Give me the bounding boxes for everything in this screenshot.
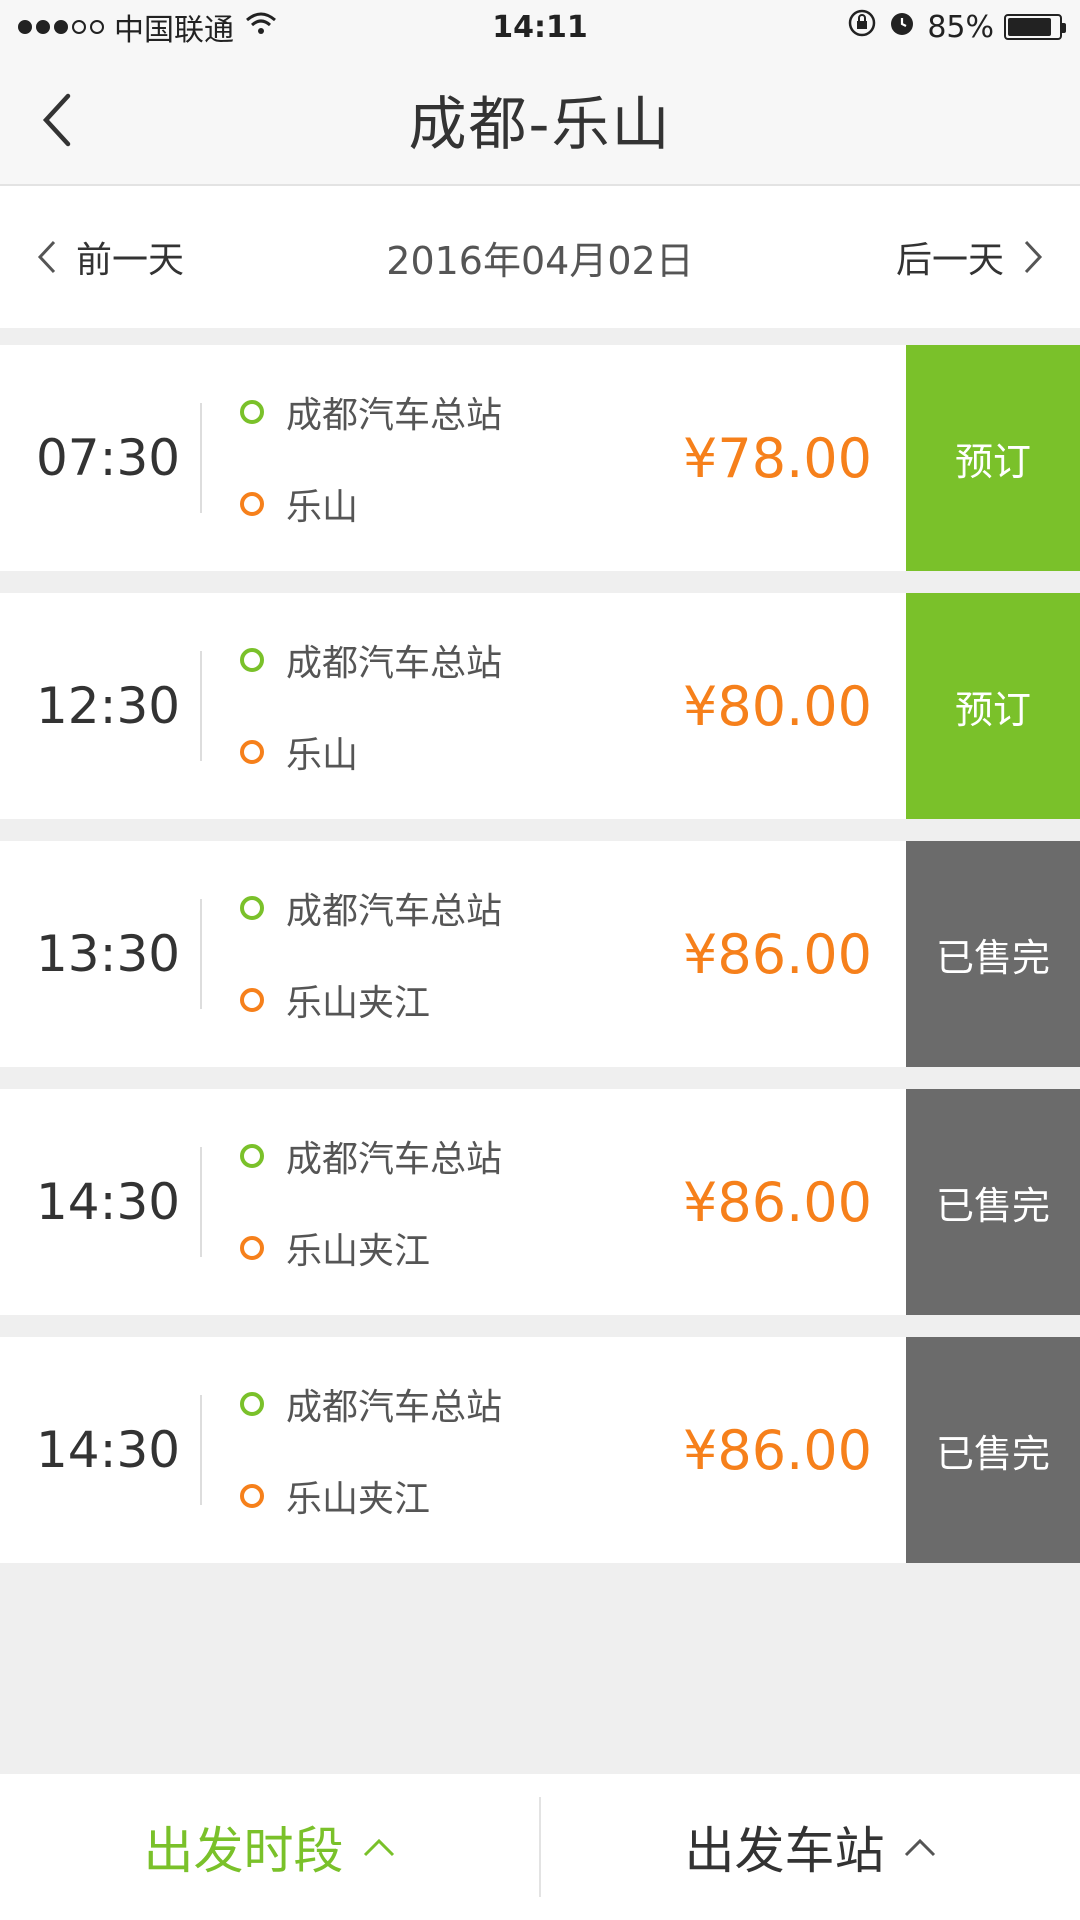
sold-out-badge: 已售完: [906, 841, 1080, 1067]
destination-station-name: 乐山: [286, 487, 359, 528]
chevron-right-icon: [1024, 240, 1043, 274]
battery-fill: [1008, 18, 1051, 36]
departure-time-filter[interactable]: 出发时段: [0, 1774, 539, 1920]
trip-row[interactable]: 14:30 成都汽车总站 乐山夹江 ¥86.00 已售完: [0, 1337, 1080, 1563]
destination-circle-icon: [240, 988, 264, 1012]
wifi-icon: [244, 10, 278, 45]
bottom-filter-bar: 出发时段 出发车站: [0, 1774, 1080, 1920]
route-stations: 成都汽车总站 乐山夹江: [202, 1378, 646, 1522]
route-stations: 成都汽车总站 乐山夹江: [202, 882, 646, 1026]
destination-station: 乐山夹江: [240, 1470, 646, 1522]
origin-station-name: 成都汽车总站: [286, 643, 503, 684]
chevron-up-icon: [904, 1838, 935, 1857]
chevron-left-icon: [37, 240, 56, 274]
ticket-price: ¥86.00: [683, 1418, 872, 1482]
carrier-name: 中国联通: [114, 13, 234, 48]
departure-station-label: 出发车站: [684, 1822, 885, 1880]
departure-station-filter[interactable]: 出发车站: [541, 1774, 1080, 1920]
ticket-price: ¥86.00: [683, 922, 872, 986]
departure-time: 14:30: [36, 1421, 181, 1479]
book-button[interactable]: 预订: [906, 593, 1080, 819]
current-date: 2016年04月02日: [386, 238, 694, 283]
ticket-price: ¥78.00: [683, 426, 872, 490]
origin-station: 成都汽车总站: [240, 386, 646, 438]
trip-row[interactable]: 13:30 成都汽车总站 乐山夹江 ¥86.00 已售完: [0, 841, 1080, 1067]
destination-station-name: 乐山夹江: [286, 1479, 431, 1520]
signal-dot: [54, 20, 68, 34]
trip-row[interactable]: 07:30 成都汽车总站 乐山 ¥78.00 预订: [0, 345, 1080, 571]
departure-time: 14:30: [36, 1173, 181, 1231]
signal-dot: [36, 20, 50, 34]
alarm-icon: [887, 8, 917, 46]
next-day-button[interactable]: 后一天: [896, 231, 1044, 283]
ticket-price: ¥86.00: [683, 1170, 872, 1234]
next-day-label: 后一天: [895, 240, 1004, 281]
destination-station: 乐山夹江: [240, 1222, 646, 1274]
departure-time-label: 出发时段: [143, 1822, 344, 1880]
origin-station: 成都汽车总站: [240, 1130, 646, 1182]
back-button[interactable]: [28, 90, 88, 150]
page-title: 成都-乐山: [408, 90, 672, 158]
origin-circle-icon: [240, 1392, 264, 1416]
nav-bar: 成都-乐山: [0, 54, 1080, 186]
destination-circle-icon: [240, 740, 264, 764]
battery-percent: 85%: [927, 9, 994, 45]
origin-station-name: 成都汽车总站: [286, 891, 503, 932]
signal-dot: [18, 20, 32, 34]
origin-station: 成都汽车总站: [240, 634, 646, 686]
destination-circle-icon: [240, 1484, 264, 1508]
status-bar: 中国联通 14:11 85%: [0, 0, 1080, 54]
departure-time: 13:30: [36, 925, 181, 983]
route-stations: 成都汽车总站 乐山: [202, 634, 646, 778]
signal-dot: [72, 20, 86, 34]
status-right: 85%: [847, 8, 1066, 46]
trip-row[interactable]: 14:30 成都汽车总站 乐山夹江 ¥86.00 已售完: [0, 1089, 1080, 1315]
origin-circle-icon: [240, 1144, 264, 1168]
origin-station-name: 成都汽车总站: [286, 1139, 503, 1180]
destination-station: 乐山: [240, 478, 646, 530]
signal-dot: [90, 20, 104, 34]
origin-circle-icon: [240, 400, 264, 424]
destination-station: 乐山夹江: [240, 974, 646, 1026]
date-bar: 前一天 2016年04月02日 后一天: [0, 186, 1080, 328]
origin-circle-icon: [240, 648, 264, 672]
battery-icon: [1004, 14, 1066, 40]
route-stations: 成都汽车总站 乐山夹江: [202, 1130, 646, 1274]
sold-out-badge: 已售完: [906, 1337, 1080, 1563]
destination-station-name: 乐山: [286, 735, 359, 776]
origin-station-name: 成都汽车总站: [286, 395, 503, 436]
origin-station: 成都汽车总站: [240, 1378, 646, 1430]
departure-time: 07:30: [36, 429, 181, 487]
origin-station-name: 成都汽车总站: [286, 1387, 503, 1428]
destination-station-name: 乐山夹江: [286, 1231, 431, 1272]
origin-station: 成都汽车总站: [240, 882, 646, 934]
departure-time: 12:30: [36, 677, 181, 735]
chevron-left-icon: [42, 93, 71, 147]
trip-list: 07:30 成都汽车总站 乐山 ¥78.00 预订 12:30 成都汽车总站 乐…: [0, 345, 1080, 1585]
trip-row[interactable]: 12:30 成都汽车总站 乐山 ¥80.00 预订: [0, 593, 1080, 819]
route-stations: 成都汽车总站 乐山: [202, 386, 646, 530]
status-left: 中国联通: [18, 5, 278, 49]
prev-day-button[interactable]: 前一天: [36, 231, 184, 283]
rotation-lock-icon: [847, 8, 877, 46]
signal-strength-icon: [18, 20, 104, 34]
book-button[interactable]: 预订: [906, 345, 1080, 571]
sold-out-badge: 已售完: [906, 1089, 1080, 1315]
ticket-price: ¥80.00: [683, 674, 872, 738]
destination-station: 乐山: [240, 726, 646, 778]
destination-circle-icon: [240, 1236, 264, 1260]
prev-day-label: 前一天: [76, 240, 185, 281]
origin-circle-icon: [240, 896, 264, 920]
chevron-up-icon: [363, 1838, 394, 1857]
destination-circle-icon: [240, 492, 264, 516]
destination-station-name: 乐山夹江: [286, 983, 431, 1024]
